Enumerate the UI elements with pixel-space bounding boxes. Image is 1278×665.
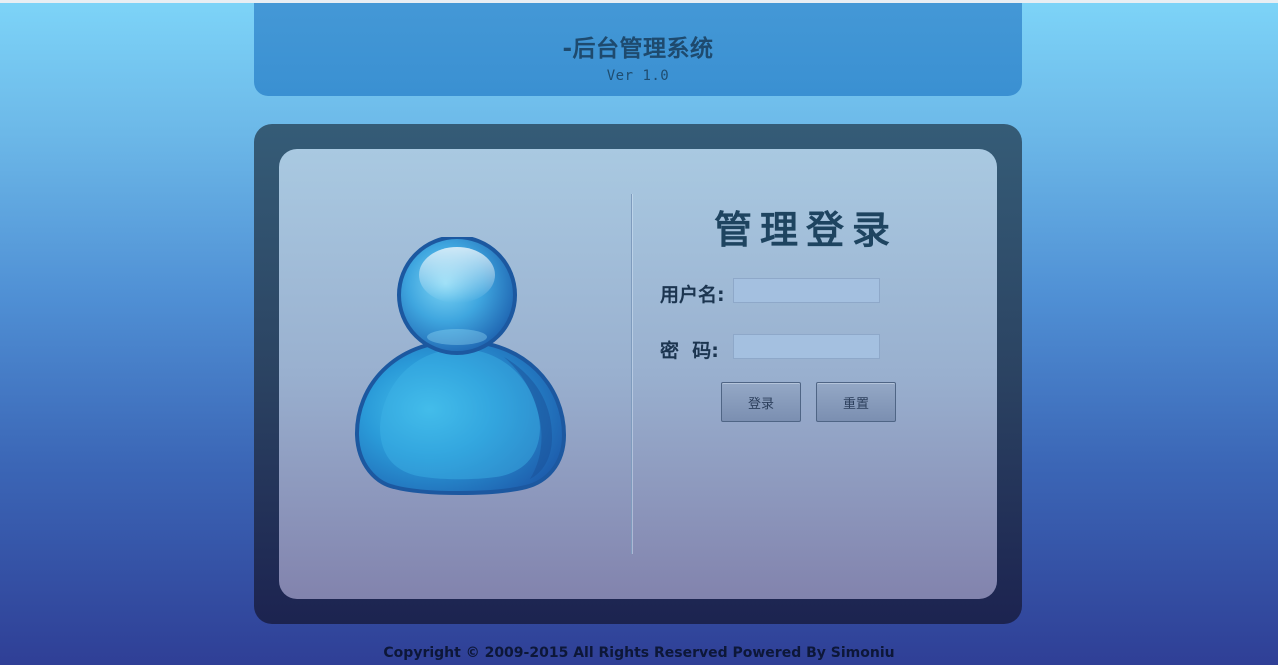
password-label: 密 码: <box>660 340 719 362</box>
login-title: 管理登录 <box>714 208 899 252</box>
reset-button[interactable]: 重置 <box>816 382 896 422</box>
system-title: -后台管理系统 <box>562 36 714 62</box>
password-input[interactable] <box>733 334 880 359</box>
version-label: Ver 1.0 <box>606 68 670 84</box>
login-button[interactable]: 登录 <box>721 382 801 422</box>
user-avatar-icon <box>354 235 567 499</box>
panel-divider <box>631 194 632 554</box>
username-input[interactable] <box>733 278 880 303</box>
username-label: 用户名: <box>660 284 725 306</box>
header-banner: -后台管理系统 Ver 1.0 <box>254 3 1022 96</box>
copyright-footer: Copyright © 2009-2015 All Rights Reserve… <box>383 645 895 661</box>
login-panel-frame: 管理登录 用户名: 密 码: 登录 重置 <box>254 124 1022 624</box>
login-panel: 管理登录 用户名: 密 码: 登录 重置 <box>279 149 997 599</box>
